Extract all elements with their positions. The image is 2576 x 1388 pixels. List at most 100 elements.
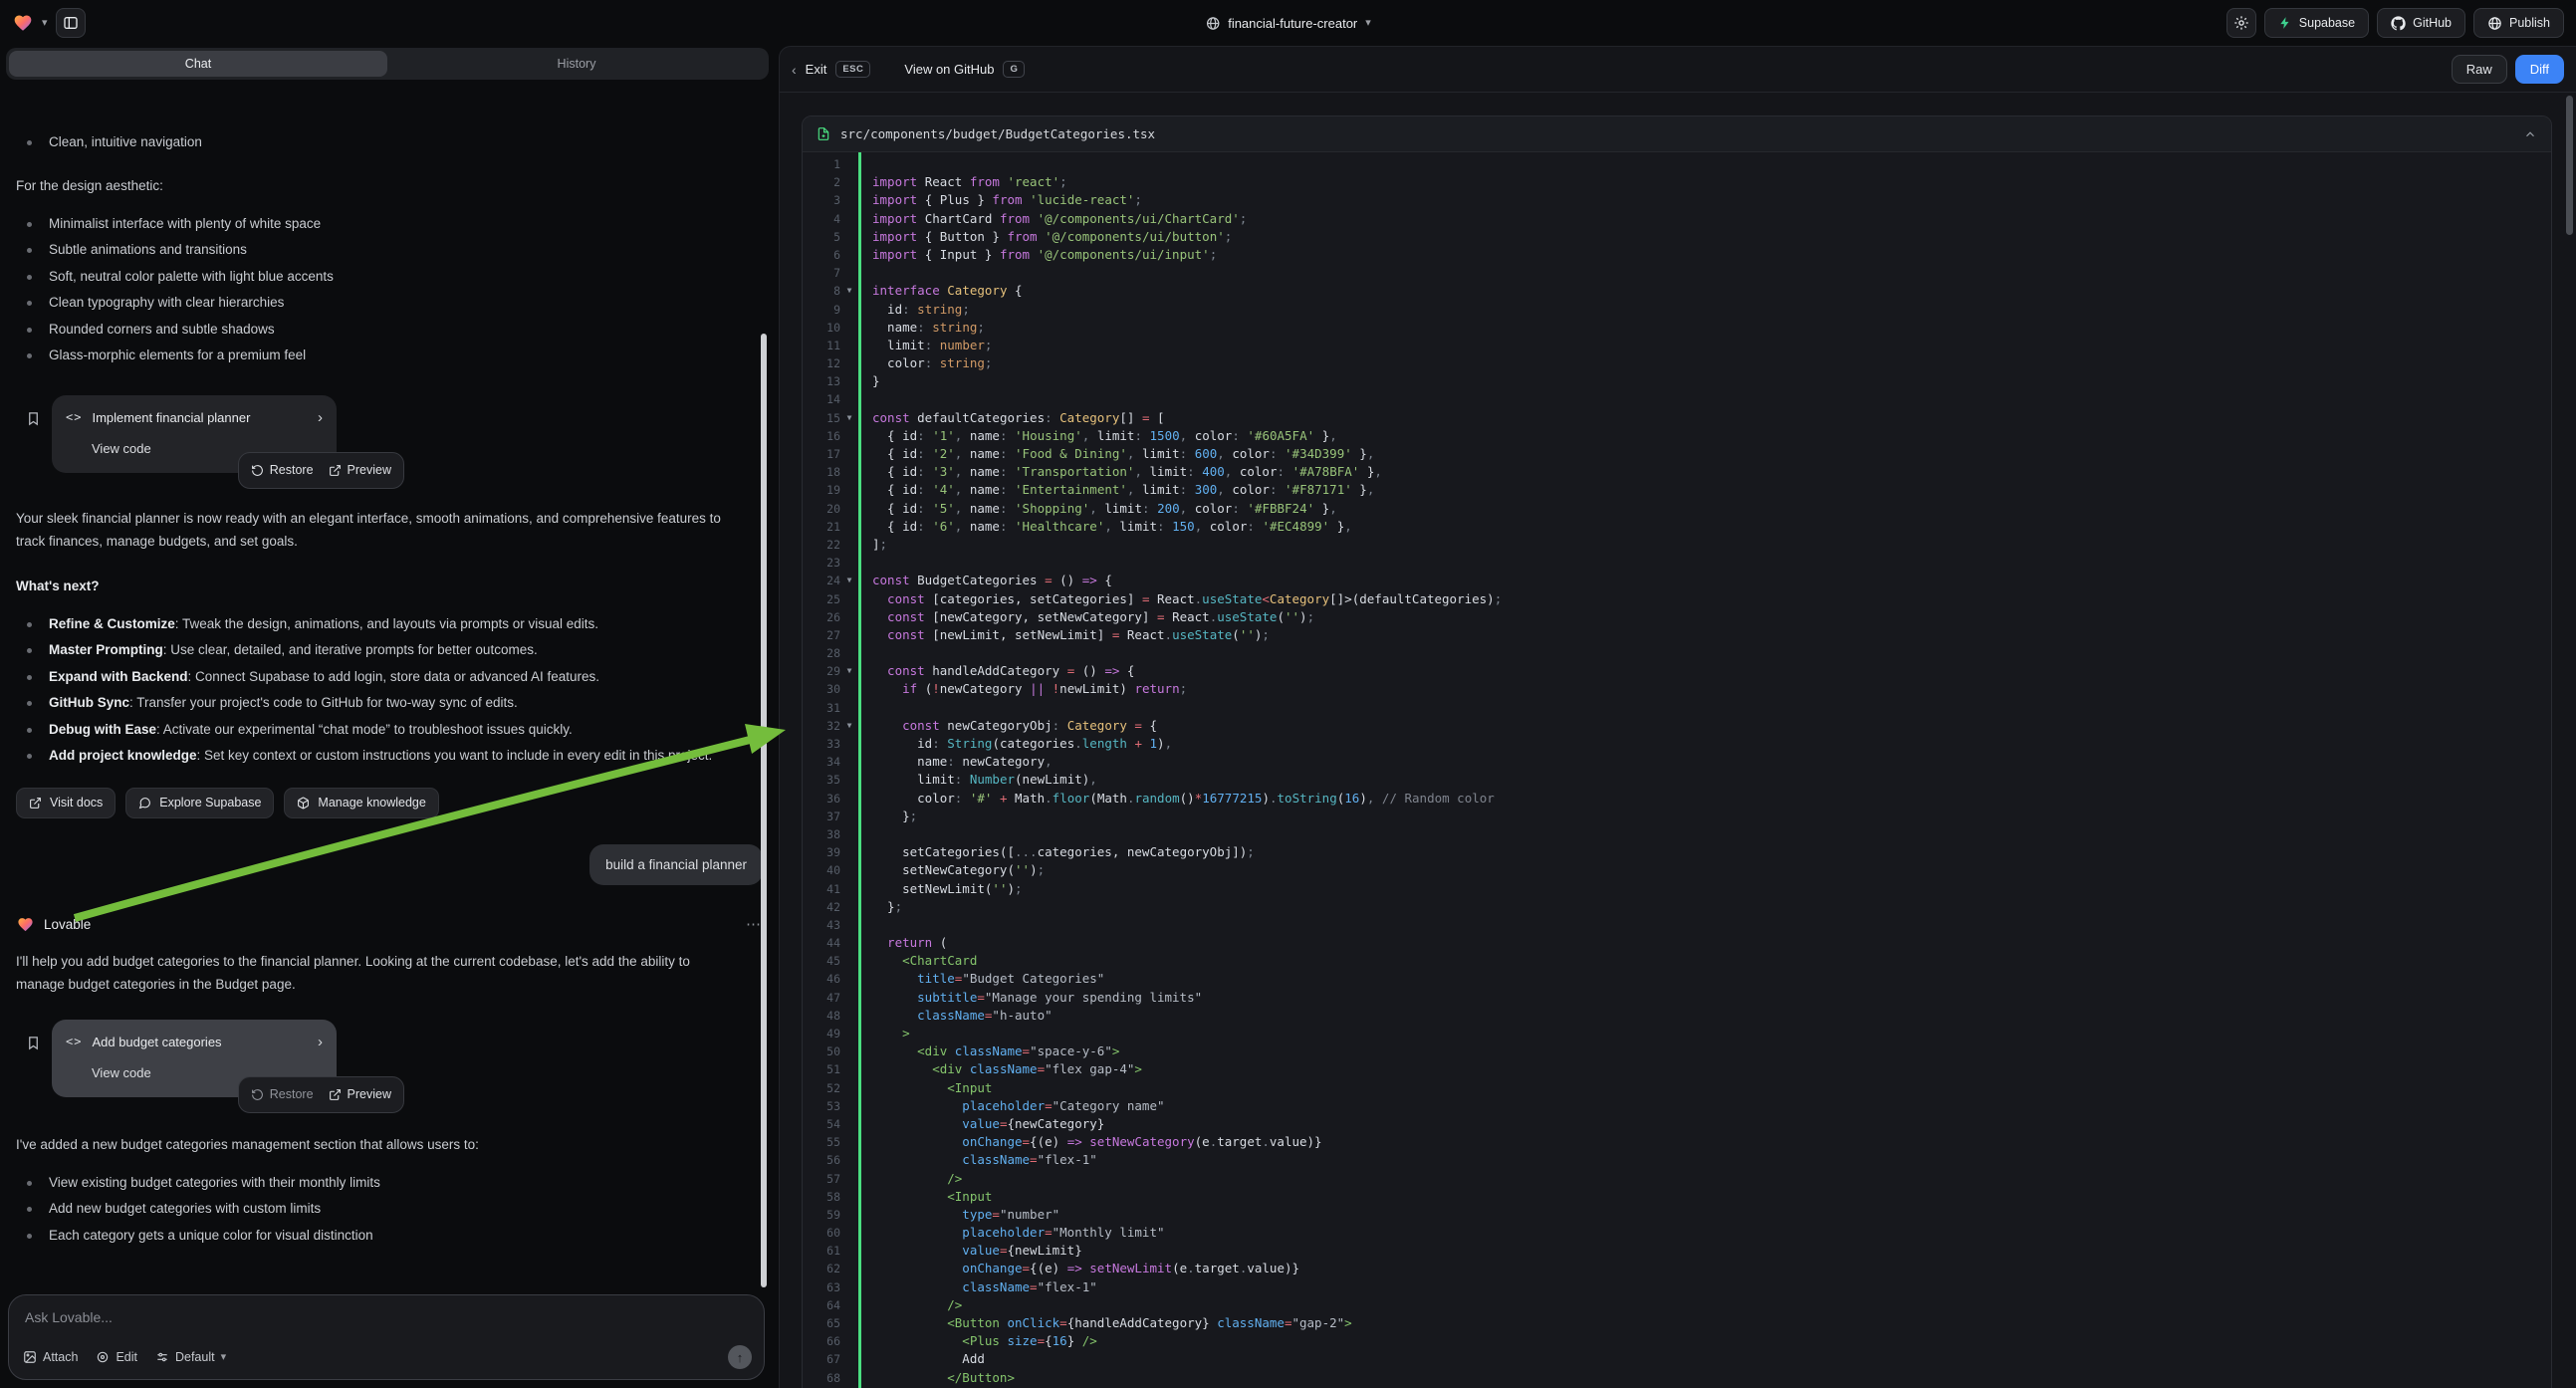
- code-line: 38: [803, 825, 2551, 843]
- tab-chat[interactable]: Chat: [9, 51, 387, 77]
- supabase-label: Supabase: [2299, 16, 2355, 30]
- raw-toggle-button[interactable]: Raw: [2452, 55, 2507, 84]
- project-chevron-down-icon: ▾: [1365, 18, 1371, 29]
- bookmark-icon[interactable]: [26, 1034, 41, 1052]
- sidebar-toggle-button[interactable]: [56, 8, 86, 38]
- chevron-right-icon: ›: [318, 1031, 323, 1053]
- visit-docs-button[interactable]: Visit docs: [16, 788, 116, 818]
- external-link-icon: [329, 464, 342, 477]
- code-line: 37 };: [803, 808, 2551, 825]
- code-line: 10 name: string;: [803, 319, 2551, 337]
- bullet-item: Add new budget categories with custom li…: [16, 1196, 741, 1223]
- top-header: ▾ financial-future-creator ▾ Supabase: [0, 0, 2576, 46]
- code-line: 32▼ const newCategoryObj: Category = {: [803, 717, 2551, 735]
- code-line: 58 <Input: [803, 1188, 2551, 1206]
- code-icon: <>: [66, 406, 82, 429]
- version-actions: Restore Preview: [238, 1076, 404, 1113]
- github-icon: [2391, 16, 2406, 31]
- code-line: 29▼ const handleAddCategory = () => {: [803, 662, 2551, 680]
- preview-button[interactable]: Preview: [329, 459, 391, 482]
- code-line: 40 setNewCategory('');: [803, 861, 2551, 879]
- code-line: 66 <Plus size={16} />: [803, 1332, 2551, 1350]
- code-line: 64 />: [803, 1296, 2551, 1314]
- code-line: 49 >: [803, 1025, 2551, 1042]
- help-paragraph: I'll help you add budget categories to t…: [16, 950, 741, 996]
- package-icon: [297, 797, 310, 810]
- code-line: 44 return (: [803, 934, 2551, 952]
- send-button[interactable]: ↑: [728, 1345, 752, 1369]
- diff-toggle-button[interactable]: Diff: [2515, 55, 2564, 84]
- code-line: 26 const [newCategory, setNewCategory] =…: [803, 608, 2551, 626]
- added-paragraph: I've added a new budget categories manag…: [16, 1133, 741, 1156]
- external-link-icon: [29, 797, 42, 810]
- bullet-item: Master Prompting: Use clear, detailed, a…: [16, 637, 741, 664]
- file-header[interactable]: src/components/budget/BudgetCategories.t…: [803, 116, 2551, 152]
- code-line: 68 </Button>: [803, 1369, 2551, 1387]
- chat-scrollbar[interactable]: [761, 334, 767, 1287]
- restore-button[interactable]: Restore: [251, 459, 314, 482]
- chat-input[interactable]: [25, 1309, 748, 1325]
- diff-added-bar: [858, 152, 861, 1388]
- image-icon: [23, 1350, 37, 1364]
- attach-button[interactable]: Attach: [23, 1350, 78, 1364]
- panel-icon: [63, 15, 79, 31]
- rich-bullet-list: Refine & Customize: Tweak the design, an…: [16, 611, 763, 770]
- manage-knowledge-button[interactable]: Manage knowledge: [284, 788, 438, 818]
- code-line: 3import { Plus } from 'lucide-react';: [803, 191, 2551, 209]
- g-key-badge: G: [1003, 61, 1025, 78]
- logo-chevron-down-icon[interactable]: ▾: [42, 18, 48, 29]
- code-view-panel: ‹ Exit ESC View on GitHub G Raw Diff src…: [779, 46, 2576, 1388]
- chat-scroll-area[interactable]: Clean, intuitive navigation For the desi…: [0, 129, 779, 1288]
- code-line: 41 setNewLimit('');: [803, 880, 2551, 898]
- tab-history[interactable]: History: [387, 51, 766, 77]
- bullet-item: View existing budget categories with the…: [16, 1170, 741, 1197]
- code-line: 19 { id: '4', name: 'Entertainment', lim…: [803, 481, 2551, 499]
- code-line: 42 };: [803, 898, 2551, 916]
- explore-supabase-button[interactable]: Explore Supabase: [125, 788, 274, 818]
- project-name: financial-future-creator: [1228, 16, 1357, 31]
- code-line: 54 value={newCategory}: [803, 1115, 2551, 1133]
- lovable-logo-icon[interactable]: [12, 13, 34, 33]
- external-link-icon: [329, 1088, 342, 1101]
- code-line: 39 setCategories([...categories, newCate…: [803, 843, 2551, 861]
- code-line: 23: [803, 554, 2551, 572]
- code-file-card: src/components/budget/BudgetCategories.t…: [802, 116, 2552, 1388]
- project-switcher[interactable]: financial-future-creator ▾: [1205, 0, 1371, 46]
- bookmark-icon[interactable]: [26, 409, 41, 428]
- bullet-item: Minimalist interface with plenty of whit…: [16, 211, 741, 238]
- suggestion-chips: Visit docs Explore Supabase Manage knowl…: [16, 788, 763, 818]
- code-line: 60 placeholder="Monthly limit": [803, 1224, 2551, 1242]
- code-line: 52 <Input: [803, 1079, 2551, 1097]
- edit-button[interactable]: Edit: [96, 1350, 137, 1364]
- supabase-button[interactable]: Supabase: [2264, 8, 2369, 38]
- code-line: 5import { Button } from '@/components/ui…: [803, 228, 2551, 246]
- ready-paragraph: Your sleek financial planner is now read…: [16, 507, 741, 553]
- code-line: 47 subtitle="Manage your spending limits…: [803, 989, 2551, 1007]
- bullet-item: Subtle animations and transitions: [16, 237, 741, 264]
- publish-button[interactable]: Publish: [2473, 8, 2564, 38]
- exit-button[interactable]: Exit: [806, 62, 827, 77]
- code-line: 45 <ChartCard: [803, 952, 2551, 970]
- code-line: 4import ChartCard from '@/components/ui/…: [803, 210, 2551, 228]
- settings-button[interactable]: [2226, 8, 2256, 38]
- github-button[interactable]: GitHub: [2377, 8, 2465, 38]
- bullet-item: Refine & Customize: Tweak the design, an…: [16, 611, 741, 638]
- version-title: Add budget categories: [92, 1031, 221, 1053]
- bullet-item: Rounded corners and subtle shadows: [16, 317, 741, 344]
- bullet-item: Clean typography with clear hierarchies: [16, 290, 741, 317]
- code-line: 24▼const BudgetCategories = () => {: [803, 572, 2551, 589]
- bullet-list: Minimalist interface with plenty of whit…: [16, 211, 763, 369]
- bullet-item: Debug with Ease: Activate our experiment…: [16, 717, 741, 744]
- collapse-chevron-up-icon[interactable]: [2523, 127, 2537, 141]
- bullet-item: Soft, neutral color palette with light b…: [16, 264, 741, 291]
- view-on-github-button[interactable]: View on GitHub: [904, 62, 994, 77]
- code-panel-scrollbar[interactable]: [2566, 96, 2573, 235]
- code-editor[interactable]: 1 2import React from 'react';3import { P…: [803, 152, 2551, 1388]
- code-line: 22];: [803, 536, 2551, 554]
- preview-button[interactable]: Preview: [329, 1083, 391, 1106]
- chevron-down-icon: ▾: [221, 1352, 227, 1363]
- mode-select[interactable]: Default ▾: [155, 1350, 226, 1364]
- restore-button[interactable]: Restore: [251, 1083, 314, 1106]
- whats-next-heading: What's next?: [16, 575, 741, 597]
- code-line: 43: [803, 916, 2551, 934]
